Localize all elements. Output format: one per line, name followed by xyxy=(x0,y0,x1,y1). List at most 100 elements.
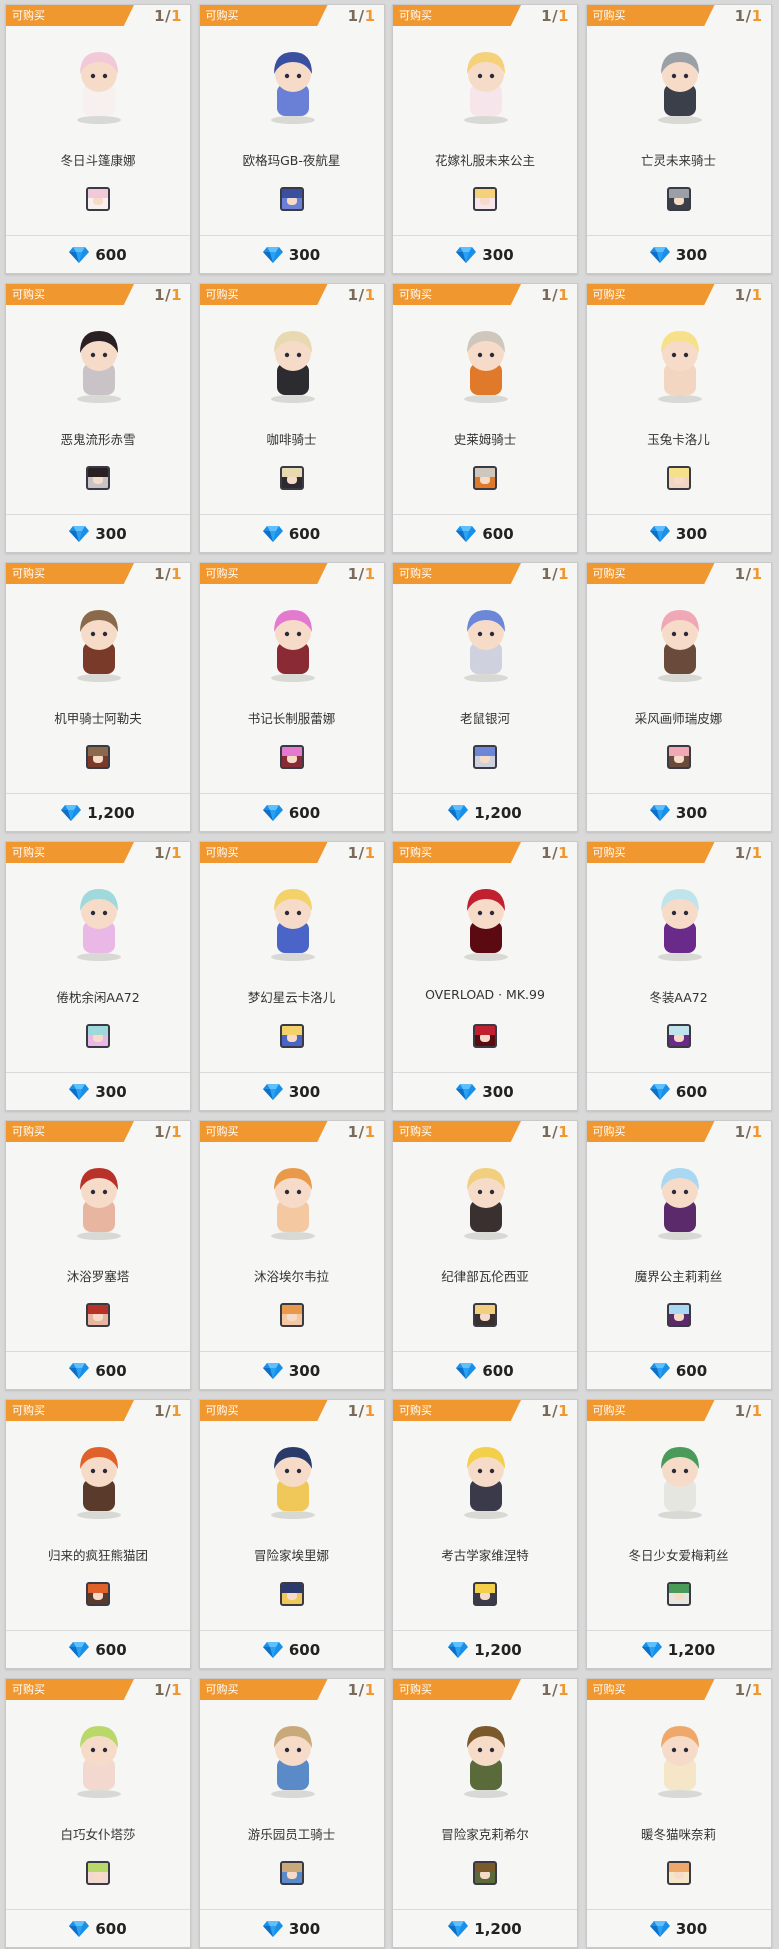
shop-item-card[interactable]: 可购买 1/1 魔界公主莉莉丝 600 xyxy=(585,1120,772,1390)
item-name: 亡灵未来骑士 xyxy=(640,153,716,168)
purchasable-label: 可购买 xyxy=(592,567,626,580)
purchasable-label: 可购买 xyxy=(399,1683,432,1696)
price-button[interactable]: 1,200 xyxy=(393,801,577,825)
purchase-count: 1/1 xyxy=(735,7,763,25)
price-button[interactable]: 600 xyxy=(587,1359,771,1383)
price-button[interactable]: 300 xyxy=(587,1917,771,1941)
purchasable-tag: 可购买 xyxy=(6,5,134,26)
price-button[interactable]: 600 xyxy=(6,243,190,267)
shop-item-card[interactable]: 可购买 1/1 考古学家维涅特 1,200 xyxy=(392,1399,578,1669)
shop-item-card[interactable]: 可购买 1/1 书记长制服蕾娜 600 xyxy=(198,562,385,832)
price-amount: 600 xyxy=(482,525,514,543)
thumbnail-hair xyxy=(281,1026,302,1035)
purchase-count-max: 1 xyxy=(171,1123,182,1141)
shop-item-card[interactable]: 可购买 1/1 沐浴埃尔韦拉 300 xyxy=(198,1120,385,1390)
shop-item-card[interactable]: 可购买 1/1 倦枕余闲AA72 300 xyxy=(5,841,191,1111)
shop-item-card[interactable]: 可购买 1/1 冬日斗篷康娜 600 xyxy=(5,4,191,274)
purchase-count-current: 1 xyxy=(541,7,553,25)
purchase-count-current: 1 xyxy=(347,1123,359,1141)
price-amount: 300 xyxy=(675,804,708,822)
character-portrait xyxy=(630,312,730,412)
thumbnail-hair xyxy=(475,1026,495,1035)
shop-item-card[interactable]: 可购买 1/1 咖啡骑士 600 xyxy=(198,283,385,553)
shop-item-card[interactable]: 可购买 1/1 史莱姆骑士 600 xyxy=(392,283,578,553)
shop-item-card[interactable]: 可购买 1/1 机甲骑士阿勒夫 1,200 xyxy=(5,562,191,832)
character-thumbnail-icon xyxy=(86,745,110,769)
price-button[interactable]: 300 xyxy=(200,243,384,267)
purchase-count-max: 1 xyxy=(558,1402,569,1420)
item-name: 考古学家维涅特 xyxy=(441,1548,529,1563)
thumbnail-hair xyxy=(281,1584,302,1593)
character-thumbnail-icon xyxy=(279,1861,304,1885)
character-portrait xyxy=(49,1428,149,1528)
price-button[interactable]: 300 xyxy=(587,522,771,546)
purchase-count: 1/1 xyxy=(735,1402,763,1420)
shop-item-card[interactable]: 可购买 1/1 冬日少女爱梅莉丝 1,200 xyxy=(585,1399,772,1669)
thumbnail-hair xyxy=(475,189,495,198)
price-button[interactable]: 300 xyxy=(6,522,190,546)
shop-item-card[interactable]: 可购买 1/1 OVERLOAD · MK.99 300 xyxy=(392,841,578,1111)
purchase-count: 1/1 xyxy=(348,1123,376,1141)
purchase-count-max: 1 xyxy=(364,565,376,583)
purchase-count-max: 1 xyxy=(171,7,182,25)
price-button[interactable]: 1,200 xyxy=(587,1638,771,1662)
character-sprite xyxy=(270,52,315,124)
price-button[interactable]: 300 xyxy=(200,1359,384,1383)
purchase-count-max: 1 xyxy=(751,286,763,304)
price-button[interactable]: 600 xyxy=(200,1638,384,1662)
purchase-count-max: 1 xyxy=(558,1123,569,1141)
thumbnail-hair xyxy=(88,189,108,198)
price-button[interactable]: 600 xyxy=(587,1080,771,1104)
price-button[interactable]: 300 xyxy=(200,1917,384,1941)
shop-item-card[interactable]: 可购买 1/1 冒险家埃里娜 600 xyxy=(198,1399,385,1669)
shop-item-card[interactable]: 可购买 1/1 玉兔卡洛儿 300 xyxy=(585,283,772,553)
purchasable-label: 可购买 xyxy=(592,1404,626,1417)
character-sprite xyxy=(464,610,508,682)
shop-item-card[interactable]: 可购买 1/1 归来的疯狂熊猫团 600 xyxy=(5,1399,191,1669)
price-amount: 300 xyxy=(675,1920,708,1938)
character-thumbnail-icon xyxy=(279,187,304,211)
price-button[interactable]: 1,200 xyxy=(6,801,190,825)
price-button[interactable]: 300 xyxy=(393,1080,577,1104)
purchasable-tag: 可购买 xyxy=(199,1121,328,1142)
character-sprite xyxy=(657,1168,702,1240)
price-button[interactable]: 600 xyxy=(200,522,384,546)
shop-item-card[interactable]: 可购买 1/1 暖冬猫咪奈莉 300 xyxy=(585,1678,772,1948)
character-portrait xyxy=(243,1149,343,1249)
shop-item-card[interactable]: 可购买 1/1 采风画师瑞皮娜 300 xyxy=(585,562,772,832)
shop-item-card[interactable]: 可购买 1/1 花嫁礼服未来公主 300 xyxy=(392,4,578,274)
shop-item-card[interactable]: 可购买 1/1 恶鬼流形赤雪 300 xyxy=(5,283,191,553)
shop-item-card[interactable]: 可购买 1/1 老鼠银河 1,200 xyxy=(392,562,578,832)
price-button[interactable]: 600 xyxy=(393,522,577,546)
price-button[interactable]: 600 xyxy=(6,1638,190,1662)
shop-item-card[interactable]: 可购买 1/1 沐浴罗塞塔 600 xyxy=(5,1120,191,1390)
diamond-icon xyxy=(262,1084,283,1100)
purchase-count: 1/1 xyxy=(735,1681,763,1699)
purchase-count: 1/1 xyxy=(154,844,182,862)
shop-item-card[interactable]: 可购买 1/1 冒险家克莉希尔 1,200 xyxy=(392,1678,578,1948)
price-button[interactable]: 300 xyxy=(587,243,771,267)
price-button[interactable]: 300 xyxy=(6,1080,190,1104)
shop-item-card[interactable]: 可购买 1/1 冬装AA72 600 xyxy=(585,841,772,1111)
item-name: 书记长制服蕾娜 xyxy=(247,711,336,726)
price-button[interactable]: 600 xyxy=(393,1359,577,1383)
price-button[interactable]: 600 xyxy=(200,801,384,825)
purchase-count-max: 1 xyxy=(364,286,376,304)
shop-item-card[interactable]: 可购买 1/1 梦幻星云卡洛儿 300 xyxy=(198,841,385,1111)
price-button[interactable]: 600 xyxy=(6,1917,190,1941)
price-button[interactable]: 1,200 xyxy=(393,1917,577,1941)
price-button[interactable]: 300 xyxy=(587,801,771,825)
shop-item-card[interactable]: 可购买 1/1 欧格玛GB-夜航星 300 xyxy=(198,4,385,274)
price-button[interactable]: 300 xyxy=(393,243,577,267)
shop-item-card[interactable]: 可购买 1/1 亡灵未来骑士 300 xyxy=(585,4,772,274)
price-button[interactable]: 1,200 xyxy=(393,1638,577,1662)
price-button[interactable]: 600 xyxy=(6,1359,190,1383)
shop-item-card[interactable]: 可购买 1/1 纪律部瓦伦西亚 600 xyxy=(392,1120,578,1390)
character-portrait xyxy=(49,1707,149,1807)
purchasable-label: 可购买 xyxy=(12,1683,45,1696)
shop-item-card[interactable]: 可购买 1/1 游乐园员工骑士 300 xyxy=(198,1678,385,1948)
shop-item-card[interactable]: 可购买 1/1 白巧女仆塔莎 600 xyxy=(5,1678,191,1948)
purchase-count: 1/1 xyxy=(348,286,376,304)
price-button[interactable]: 300 xyxy=(200,1080,384,1104)
purchasable-label: 可购买 xyxy=(399,288,432,301)
